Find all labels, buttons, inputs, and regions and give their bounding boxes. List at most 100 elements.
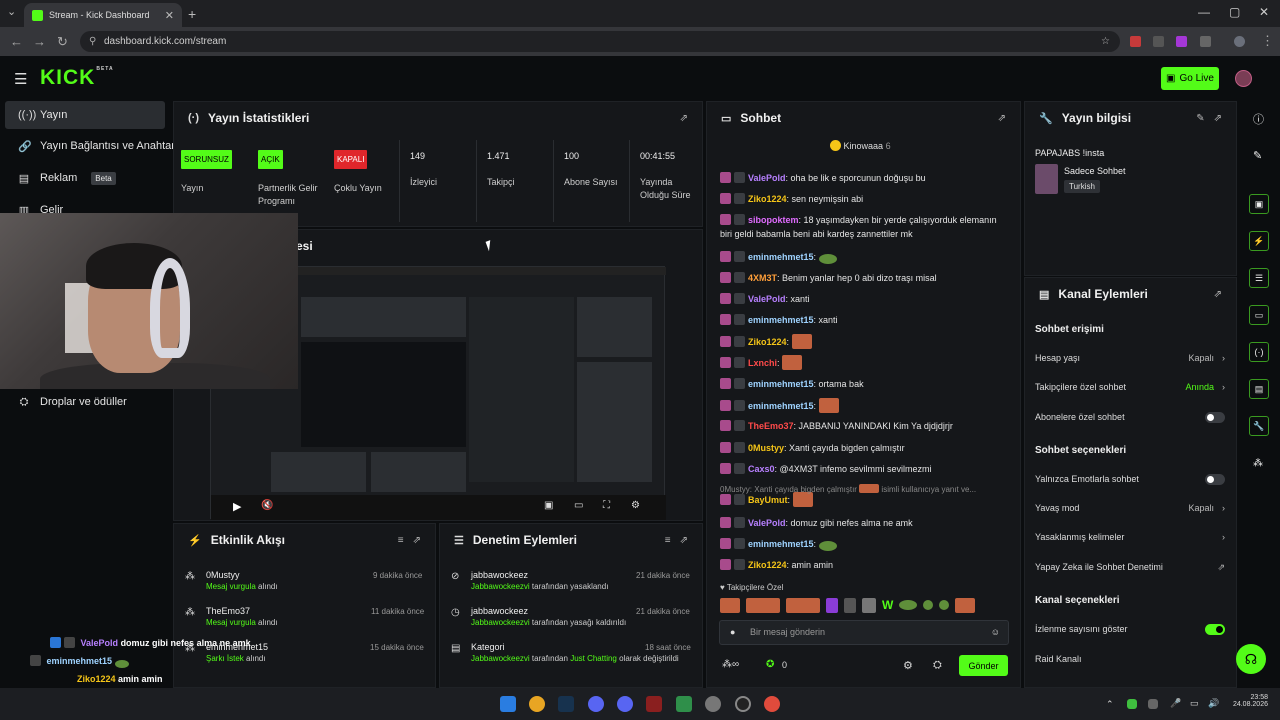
widget-stats-icon[interactable]: (·) xyxy=(1249,342,1269,362)
info-icon[interactable]: ⓘ xyxy=(1253,111,1264,127)
chat-username[interactable]: TheEmo37 xyxy=(748,421,794,431)
mute-icon[interactable]: 🔇 xyxy=(261,500,273,511)
widget-info-icon[interactable]: 🔧 xyxy=(1249,416,1269,436)
pip-icon[interactable]: ▣ xyxy=(544,500,553,511)
chat-mod-icon[interactable]: ⛭ xyxy=(933,659,942,672)
raid-row[interactable]: Raid Kanalı xyxy=(1035,650,1225,668)
sidebar-item-yayin[interactable]: ((·)) Yayın xyxy=(5,101,165,129)
chat-message[interactable]: Ziko1224: xyxy=(720,334,1010,349)
ai-moderation-row[interactable]: Yapay Zeka ile Sohbet Denetimi ⇗ xyxy=(1035,558,1225,576)
widget-chat-icon[interactable]: ▭ xyxy=(1249,305,1269,325)
chat-username[interactable]: sibopoktem xyxy=(748,215,799,225)
chat-username[interactable]: Lxnchi xyxy=(748,358,777,368)
emote[interactable] xyxy=(818,254,837,264)
chat-username[interactable]: eminmehmet15 xyxy=(748,401,814,411)
bookmark-star-icon[interactable]: ☆ xyxy=(1101,31,1110,52)
maximize-icon[interactable]: ▢ xyxy=(1229,5,1240,19)
emote[interactable] xyxy=(786,597,820,613)
tray-icon[interactable] xyxy=(1127,699,1137,709)
emoji-icon[interactable]: ☺ xyxy=(991,621,1000,644)
chat-message[interactable]: BayUmut: xyxy=(720,492,1010,507)
start-icon[interactable] xyxy=(500,696,516,712)
chat-message[interactable]: eminmehmet15: xyxy=(720,537,1010,551)
widget-activity-icon[interactable]: ⚡ xyxy=(1249,231,1269,251)
popout-icon[interactable]: ⇗ xyxy=(1214,289,1222,300)
tray-icon[interactable] xyxy=(1148,699,1158,709)
emote[interactable]: W xyxy=(882,598,893,612)
chat-username[interactable]: Ziko1224 xyxy=(748,194,787,204)
subs-only-toggle[interactable] xyxy=(1205,411,1225,423)
emote[interactable] xyxy=(782,355,803,370)
tab-search-icon[interactable]: ⌄ xyxy=(7,5,16,18)
settings-icon[interactable] xyxy=(705,696,721,712)
chat-username[interactable]: Ziko1224 xyxy=(748,337,787,347)
kick-logo[interactable]: KICKBETA xyxy=(40,66,114,90)
followers-only-row[interactable]: Takipçilere özel sohbet Anında › xyxy=(1035,378,1225,396)
chat-username[interactable]: Caxs0 xyxy=(748,464,775,474)
pencil-icon[interactable]: ✎ xyxy=(1253,149,1262,162)
emote[interactable] xyxy=(818,398,839,413)
tray-chevron-icon[interactable]: ⌃ xyxy=(1106,699,1114,710)
new-tab-icon[interactable]: + xyxy=(188,6,196,22)
chat-message[interactable]: sibopoktem: 18 yaşımdayken bir yerde çal… xyxy=(720,213,1010,241)
chat-message[interactable]: 0Mustyy: Xanti çayıda bigden çalmıştır xyxy=(720,441,1010,455)
extensions-puzzle-icon[interactable] xyxy=(1200,36,1211,47)
sidebar-item-stream-key[interactable]: 🔗 Yayın Bağlantısı ve Anahtarı xyxy=(5,132,178,160)
chat-message[interactable]: ValePold: xanti xyxy=(720,292,1010,306)
support-icon[interactable]: ☊ xyxy=(1236,644,1266,674)
chat-username[interactable]: 0Mustyy xyxy=(748,443,784,453)
app-icon[interactable] xyxy=(646,696,662,712)
emote[interactable] xyxy=(844,597,856,613)
theater-icon[interactable]: ▭ xyxy=(574,500,583,511)
browser-menu-icon[interactable]: ⋮ xyxy=(1261,33,1274,49)
chat-username[interactable]: ValePold xyxy=(748,173,786,183)
emote[interactable] xyxy=(862,597,876,613)
chat-message[interactable]: Ziko1224: sen neymişsin abi xyxy=(720,192,1010,206)
widget-preview-icon[interactable]: ▣ xyxy=(1249,194,1269,214)
chat-message[interactable]: 4XM3T: Benim yanlar hep 0 abi dizo traşı… xyxy=(720,271,1010,285)
extension-icon[interactable] xyxy=(1130,36,1141,47)
chat-users-icon[interactable]: ⁂∞ xyxy=(722,659,739,670)
chat-username[interactable]: eminmehmet15 xyxy=(748,315,814,325)
profile-icon[interactable] xyxy=(1234,36,1245,47)
emote[interactable] xyxy=(923,600,934,610)
chat-username[interactable]: ValePold xyxy=(748,294,786,304)
network-icon[interactable]: ▭ xyxy=(1190,698,1199,709)
slow-mode-row[interactable]: Yavaş mod Kapalı › xyxy=(1035,499,1225,517)
widget-moderation-icon[interactable]: ☰ xyxy=(1249,268,1269,288)
chat-username[interactable]: Ziko1224 xyxy=(748,560,787,570)
chat-message[interactable]: eminmehmet15: ortama bak xyxy=(720,377,1010,391)
filter-icon[interactable]: ≡ xyxy=(665,535,671,546)
emote[interactable] xyxy=(826,597,838,613)
browser-tab[interactable]: Stream - Kick Dashboard ✕ xyxy=(24,3,182,27)
chat-username[interactable]: BayUmut xyxy=(748,495,788,505)
widget-actions-icon[interactable]: ▤ xyxy=(1249,379,1269,399)
emote[interactable] xyxy=(791,334,812,349)
back-icon[interactable]: ← xyxy=(10,34,23,49)
chat-message[interactable]: ValePold: domuz gibi nefes alma ne amk xyxy=(720,516,1010,530)
obs-icon[interactable] xyxy=(735,696,751,712)
chat-username[interactable]: ValePold xyxy=(748,518,786,528)
filter-icon[interactable]: ≡ xyxy=(398,535,404,546)
chrome-icon[interactable] xyxy=(764,696,780,712)
chat-settings-icon[interactable]: ⚙ xyxy=(903,659,913,672)
chat-username[interactable]: 4XM3T xyxy=(748,273,777,283)
emote[interactable] xyxy=(939,600,950,610)
popout-icon[interactable]: ⇗ xyxy=(998,113,1006,124)
chat-username[interactable]: eminmehmet15 xyxy=(748,379,814,389)
emote[interactable] xyxy=(792,492,813,507)
pinned-user[interactable]: Kinowaaa 6 xyxy=(830,140,891,151)
avatar[interactable] xyxy=(1235,70,1252,87)
chat-message[interactable]: Caxs0: @4XM3T infemo sevilmmi sevilmezmi xyxy=(720,462,1010,476)
show-viewers-toggle[interactable] xyxy=(1205,623,1225,635)
reload-icon[interactable]: ↻ xyxy=(57,34,68,50)
menu-icon[interactable]: ☰ xyxy=(14,70,27,88)
sidebar-item-drops[interactable]: ⛭ Droplar ve ödüller xyxy=(5,388,165,416)
chat-username[interactable]: eminmehmet15 xyxy=(748,539,814,549)
emote[interactable] xyxy=(746,597,780,613)
steam-icon[interactable] xyxy=(558,696,574,712)
edit-icon[interactable]: ✎ xyxy=(1196,113,1204,124)
discord-icon[interactable] xyxy=(588,696,604,712)
microphone-icon[interactable]: 🎤 xyxy=(1170,698,1181,709)
forward-icon[interactable]: → xyxy=(33,34,46,49)
